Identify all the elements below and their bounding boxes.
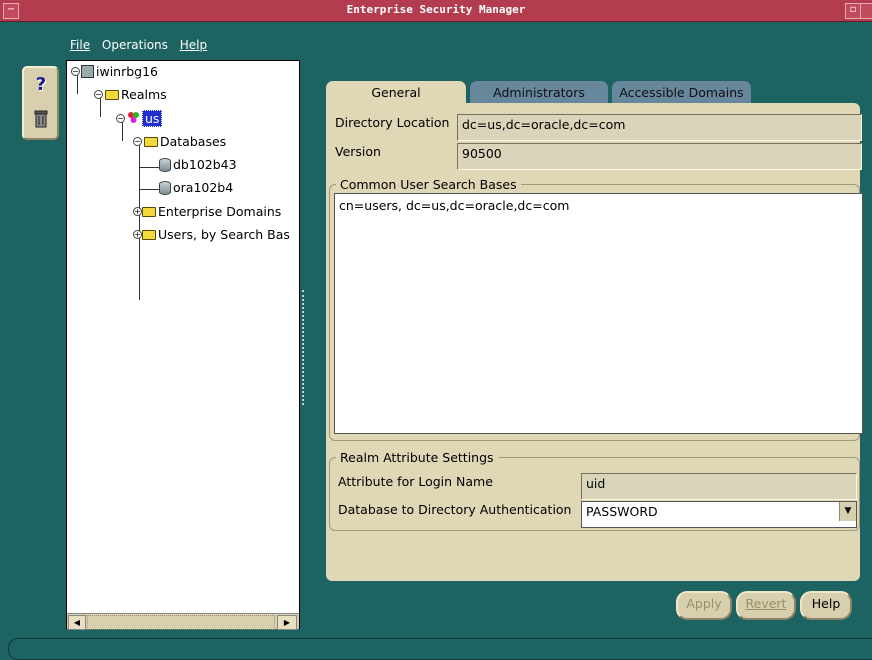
- search-bases-textarea[interactable]: cn=users, dc=us,dc=oracle,dc=com: [334, 193, 863, 434]
- tab-administrators[interactable]: Administrators: [470, 81, 608, 105]
- tree-node-databases[interactable]: − Databases: [133, 134, 226, 149]
- revert-button[interactable]: Revert: [736, 591, 796, 620]
- folder-icon: [142, 229, 156, 240]
- collapse-icon[interactable]: −: [133, 137, 142, 146]
- help-button[interactable]: Help: [800, 591, 852, 620]
- database-icon: [159, 180, 171, 195]
- directory-location-field[interactable]: dc=us,dc=oracle,dc=com: [457, 114, 862, 141]
- menu-file[interactable]: File: [70, 38, 90, 52]
- title-bar[interactable]: − Enterprise Security Manager ▫: [0, 0, 872, 22]
- window-edge-button[interactable]: [860, 3, 872, 19]
- collapse-icon[interactable]: −: [116, 114, 125, 123]
- chevron-down-icon[interactable]: ▼: [839, 502, 856, 521]
- scroll-left-button[interactable]: ◀: [68, 615, 86, 630]
- apply-button[interactable]: Apply: [676, 591, 732, 620]
- tree-node-realms[interactable]: − Realms: [94, 87, 167, 102]
- db-auth-value: PASSWORD: [586, 504, 658, 519]
- folder-icon: [142, 206, 156, 217]
- maximize-button[interactable]: ▫: [845, 3, 861, 19]
- realm-icon: [127, 111, 140, 127]
- db-auth-select[interactable]: PASSWORD ▼: [581, 501, 857, 528]
- login-name-field[interactable]: uid: [581, 473, 857, 500]
- tab-general[interactable]: General: [326, 81, 466, 105]
- menu-help[interactable]: Help: [180, 38, 207, 52]
- toolbar: ?: [22, 66, 59, 140]
- realm-attribute-legend: Realm Attribute Settings: [340, 450, 494, 465]
- help-icon[interactable]: ?: [32, 74, 50, 96]
- version-field[interactable]: 90500: [457, 143, 862, 170]
- tree-node-users[interactable]: + Users, by Search Bas: [133, 227, 290, 242]
- navigator-tree[interactable]: − iwinrbg16 − Realms − us − Databases db…: [66, 60, 300, 629]
- scroll-right-button[interactable]: ▶: [277, 615, 297, 630]
- folder-icon: [105, 89, 119, 100]
- tree-node-db102b43[interactable]: db102b43: [159, 157, 237, 172]
- collapse-icon[interactable]: −: [94, 90, 103, 99]
- version-label: Version: [335, 144, 381, 159]
- expand-icon[interactable]: +: [133, 230, 142, 239]
- folder-icon: [144, 136, 158, 147]
- menu-operations[interactable]: Operations: [102, 38, 168, 52]
- tree-node-server[interactable]: − iwinrbg16: [71, 64, 158, 79]
- trash-icon[interactable]: [34, 110, 48, 128]
- collapse-icon[interactable]: −: [71, 67, 80, 76]
- pane-splitter[interactable]: [302, 290, 308, 405]
- directory-location-label: Directory Location: [335, 115, 450, 130]
- db-auth-label: Database to Directory Authentication: [338, 502, 572, 517]
- tree-node-enterprise-domains[interactable]: + Enterprise Domains: [133, 204, 281, 219]
- tree-node-ora102b4[interactable]: ora102b4: [159, 180, 233, 195]
- tree-horizontal-scrollbar[interactable]: ◀ ▶: [67, 613, 299, 630]
- scroll-thumb[interactable]: [87, 615, 275, 630]
- tree-node-realm-us[interactable]: − us: [116, 110, 163, 127]
- login-name-label: Attribute for Login Name: [338, 474, 493, 489]
- expand-icon[interactable]: +: [133, 207, 142, 216]
- window-title: Enterprise Security Manager: [346, 3, 526, 16]
- search-bases-legend: Common User Search Bases: [340, 177, 517, 192]
- menu-bar: File Operations Help: [70, 38, 215, 56]
- tab-accessible-domains[interactable]: Accessible Domains: [612, 81, 751, 105]
- database-icon: [159, 157, 171, 172]
- status-bar: [8, 638, 872, 660]
- server-icon: [81, 65, 94, 78]
